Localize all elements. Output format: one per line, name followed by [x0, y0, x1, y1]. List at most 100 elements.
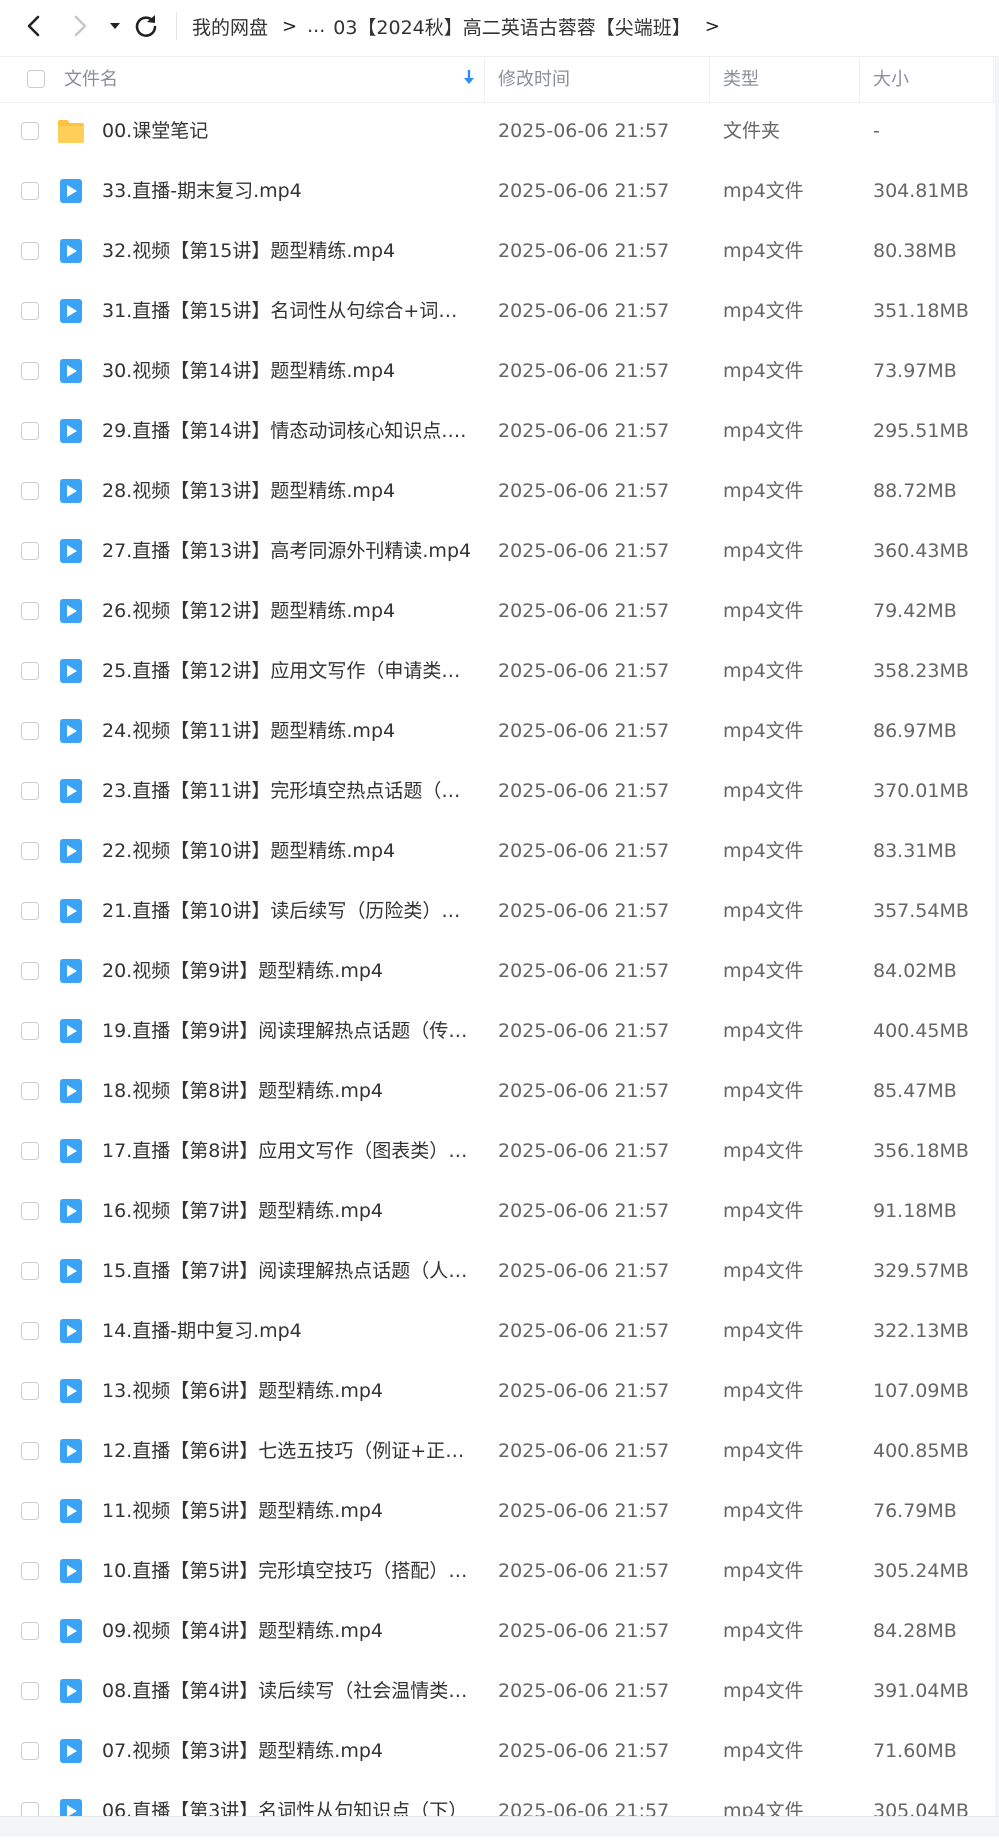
- modified-time: 2025-06-06 21:57: [498, 600, 670, 622]
- row-checkbox[interactable]: [21, 362, 39, 380]
- file-name[interactable]: 29.直播【第14讲】情态动词核心知识点.mp4: [102, 401, 472, 461]
- row-checkbox[interactable]: [21, 1502, 39, 1520]
- column-size[interactable]: 大小: [873, 57, 909, 102]
- row-checkbox[interactable]: [21, 242, 39, 260]
- row-checkbox[interactable]: [21, 182, 39, 200]
- row-checkbox[interactable]: [21, 422, 39, 440]
- file-row[interactable]: 21.直播【第10讲】读后续写（历险类）写作... 2025-06-06 21:5…: [0, 881, 999, 941]
- row-checkbox[interactable]: [21, 1202, 39, 1220]
- file-row[interactable]: 00.课堂笔记 2025-06-06 21:57 文件夹 -: [0, 101, 999, 161]
- file-row[interactable]: 08.直播【第4讲】读后续写（社会温情类）... 2025-06-06 21:57…: [0, 1661, 999, 1721]
- file-name[interactable]: 14.直播-期中复习.mp4: [102, 1301, 472, 1361]
- file-name[interactable]: 32.视频【第15讲】题型精练.mp4: [102, 221, 472, 281]
- file-row[interactable]: 18.视频【第8讲】题型精练.mp4 2025-06-06 21:57 mp4文件 8…: [0, 1061, 999, 1121]
- file-row[interactable]: 15.直播【第7讲】阅读理解热点话题（人物... 2025-06-06 21:57…: [0, 1241, 999, 1301]
- file-name[interactable]: 18.视频【第8讲】题型精练.mp4: [102, 1061, 472, 1121]
- file-row[interactable]: 14.直播-期中复习.mp4 2025-06-06 21:57 mp4文件 322.1…: [0, 1301, 999, 1361]
- row-checkbox[interactable]: [21, 782, 39, 800]
- row-checkbox[interactable]: [21, 482, 39, 500]
- file-row[interactable]: 20.视频【第9讲】题型精练.mp4 2025-06-06 21:57 mp4文件 8…: [0, 941, 999, 1001]
- file-row[interactable]: 19.直播【第9讲】阅读理解热点话题（传统... 2025-06-06 21:57…: [0, 1001, 999, 1061]
- row-checkbox[interactable]: [21, 122, 39, 140]
- file-row[interactable]: 25.直播【第12讲】应用文写作（申请类）+... 2025-06-06 21:5…: [0, 641, 999, 701]
- file-name[interactable]: 30.视频【第14讲】题型精练.mp4: [102, 341, 472, 401]
- file-row[interactable]: 07.视频【第3讲】题型精练.mp4 2025-06-06 21:57 mp4文件 7…: [0, 1721, 999, 1781]
- file-name[interactable]: 31.直播【第15讲】名词性从句综合+词汇精...: [102, 281, 472, 341]
- row-checkbox[interactable]: [21, 1622, 39, 1640]
- file-row[interactable]: 30.视频【第14讲】题型精练.mp4 2025-06-06 21:57 mp4文件…: [0, 341, 999, 401]
- column-type[interactable]: 类型: [723, 57, 759, 102]
- row-checkbox[interactable]: [21, 602, 39, 620]
- file-row[interactable]: 24.视频【第11讲】题型精练.mp4 2025-06-06 21:57 mp4文件…: [0, 701, 999, 761]
- file-name[interactable]: 17.直播【第8讲】应用文写作（图表类）+听...: [102, 1121, 472, 1181]
- file-name[interactable]: 09.视频【第4讲】题型精练.mp4: [102, 1601, 472, 1661]
- file-row[interactable]: 29.直播【第14讲】情态动词核心知识点.mp4 2025-06-06 21:57…: [0, 401, 999, 461]
- file-row[interactable]: 16.视频【第7讲】题型精练.mp4 2025-06-06 21:57 mp4文件 9…: [0, 1181, 999, 1241]
- breadcrumb-root[interactable]: 我的网盘: [192, 13, 268, 40]
- file-name[interactable]: 00.课堂笔记: [102, 101, 472, 161]
- history-dropdown-button[interactable]: [104, 8, 126, 44]
- row-checkbox[interactable]: [21, 962, 39, 980]
- sort-arrow-icon[interactable]: [462, 68, 476, 86]
- file-row[interactable]: 27.直播【第13讲】高考同源外刊精读.mp4 2025-06-06 21:57 m…: [0, 521, 999, 581]
- file-name[interactable]: 33.直播-期末复习.mp4: [102, 161, 472, 221]
- scrollbar-track[interactable]: [995, 56, 999, 1816]
- file-name[interactable]: 12.直播【第6讲】七选五技巧（例证+正反逻...: [102, 1421, 472, 1481]
- column-modified[interactable]: 修改时间: [498, 57, 570, 102]
- file-name[interactable]: 22.视频【第10讲】题型精练.mp4: [102, 821, 472, 881]
- breadcrumb-ellipsis[interactable]: ...: [307, 15, 325, 37]
- refresh-button[interactable]: [128, 8, 164, 44]
- file-row[interactable]: 28.视频【第13讲】题型精练.mp4 2025-06-06 21:57 mp4文件…: [0, 461, 999, 521]
- row-checkbox[interactable]: [21, 1382, 39, 1400]
- file-name[interactable]: 11.视频【第5讲】题型精练.mp4: [102, 1481, 472, 1541]
- row-checkbox[interactable]: [21, 1742, 39, 1760]
- video-file-icon: [60, 1019, 82, 1043]
- select-all-checkbox[interactable]: [27, 70, 45, 88]
- file-name[interactable]: 16.视频【第7讲】题型精练.mp4: [102, 1181, 472, 1241]
- file-name[interactable]: 13.视频【第6讲】题型精练.mp4: [102, 1361, 472, 1421]
- file-name[interactable]: 26.视频【第12讲】题型精练.mp4: [102, 581, 472, 641]
- row-checkbox[interactable]: [21, 722, 39, 740]
- file-name[interactable]: 23.直播【第11讲】完形填空热点话题（励志...: [102, 761, 472, 821]
- row-checkbox[interactable]: [21, 1022, 39, 1040]
- file-row[interactable]: 10.直播【第5讲】完形填空技巧（搭配）+语... 2025-06-06 21:5…: [0, 1541, 999, 1601]
- file-name[interactable]: 20.视频【第9讲】题型精练.mp4: [102, 941, 472, 1001]
- file-name[interactable]: 07.视频【第3讲】题型精练.mp4: [102, 1721, 472, 1781]
- row-checkbox[interactable]: [21, 1442, 39, 1460]
- row-checkbox[interactable]: [21, 1562, 39, 1580]
- file-name[interactable]: 25.直播【第12讲】应用文写作（申请类）+...: [102, 641, 472, 701]
- file-row[interactable]: 12.直播【第6讲】七选五技巧（例证+正反逻... 2025-06-06 21:5…: [0, 1421, 999, 1481]
- row-checkbox[interactable]: [21, 1322, 39, 1340]
- file-name[interactable]: 27.直播【第13讲】高考同源外刊精读.mp4: [102, 521, 472, 581]
- file-row[interactable]: 26.视频【第12讲】题型精练.mp4 2025-06-06 21:57 mp4文件…: [0, 581, 999, 641]
- row-checkbox[interactable]: [21, 1682, 39, 1700]
- row-checkbox[interactable]: [21, 902, 39, 920]
- file-row[interactable]: 32.视频【第15讲】题型精练.mp4 2025-06-06 21:57 mp4文件…: [0, 221, 999, 281]
- file-name[interactable]: 28.视频【第13讲】题型精练.mp4: [102, 461, 472, 521]
- file-row[interactable]: 31.直播【第15讲】名词性从句综合+词汇精... 2025-06-06 21:5…: [0, 281, 999, 341]
- column-name[interactable]: 文件名: [64, 57, 118, 102]
- file-name[interactable]: 21.直播【第10讲】读后续写（历险类）写作...: [102, 881, 472, 941]
- file-row[interactable]: 22.视频【第10讲】题型精练.mp4 2025-06-06 21:57 mp4文件…: [0, 821, 999, 881]
- row-checkbox[interactable]: [21, 542, 39, 560]
- row-checkbox[interactable]: [21, 302, 39, 320]
- row-checkbox[interactable]: [21, 1082, 39, 1100]
- row-checkbox[interactable]: [21, 842, 39, 860]
- file-row[interactable]: 11.视频【第5讲】题型精练.mp4 2025-06-06 21:57 mp4文件 7…: [0, 1481, 999, 1541]
- file-row[interactable]: 33.直播-期末复习.mp4 2025-06-06 21:57 mp4文件 304.8…: [0, 161, 999, 221]
- forward-button[interactable]: [62, 8, 98, 44]
- file-name[interactable]: 08.直播【第4讲】读后续写（社会温情类）...: [102, 1661, 472, 1721]
- file-row[interactable]: 09.视频【第4讲】题型精练.mp4 2025-06-06 21:57 mp4文件 8…: [0, 1601, 999, 1661]
- file-name[interactable]: 24.视频【第11讲】题型精练.mp4: [102, 701, 472, 761]
- file-row[interactable]: 17.直播【第8讲】应用文写作（图表类）+听... 2025-06-06 21:5…: [0, 1121, 999, 1181]
- breadcrumb-current[interactable]: 03【2024秋】高二英语古蓉蓉【尖端班】: [333, 13, 691, 40]
- file-name[interactable]: 10.直播【第5讲】完形填空技巧（搭配）+语...: [102, 1541, 472, 1601]
- file-name[interactable]: 19.直播【第9讲】阅读理解热点话题（传统...: [102, 1001, 472, 1061]
- row-checkbox[interactable]: [21, 1262, 39, 1280]
- row-checkbox[interactable]: [21, 1142, 39, 1160]
- file-row[interactable]: 23.直播【第11讲】完形填空热点话题（励志... 2025-06-06 21:5…: [0, 761, 999, 821]
- file-row[interactable]: 13.视频【第6讲】题型精练.mp4 2025-06-06 21:57 mp4文件 1…: [0, 1361, 999, 1421]
- row-checkbox[interactable]: [21, 662, 39, 680]
- file-name[interactable]: 15.直播【第7讲】阅读理解热点话题（人物...: [102, 1241, 472, 1301]
- back-button[interactable]: [16, 8, 52, 44]
